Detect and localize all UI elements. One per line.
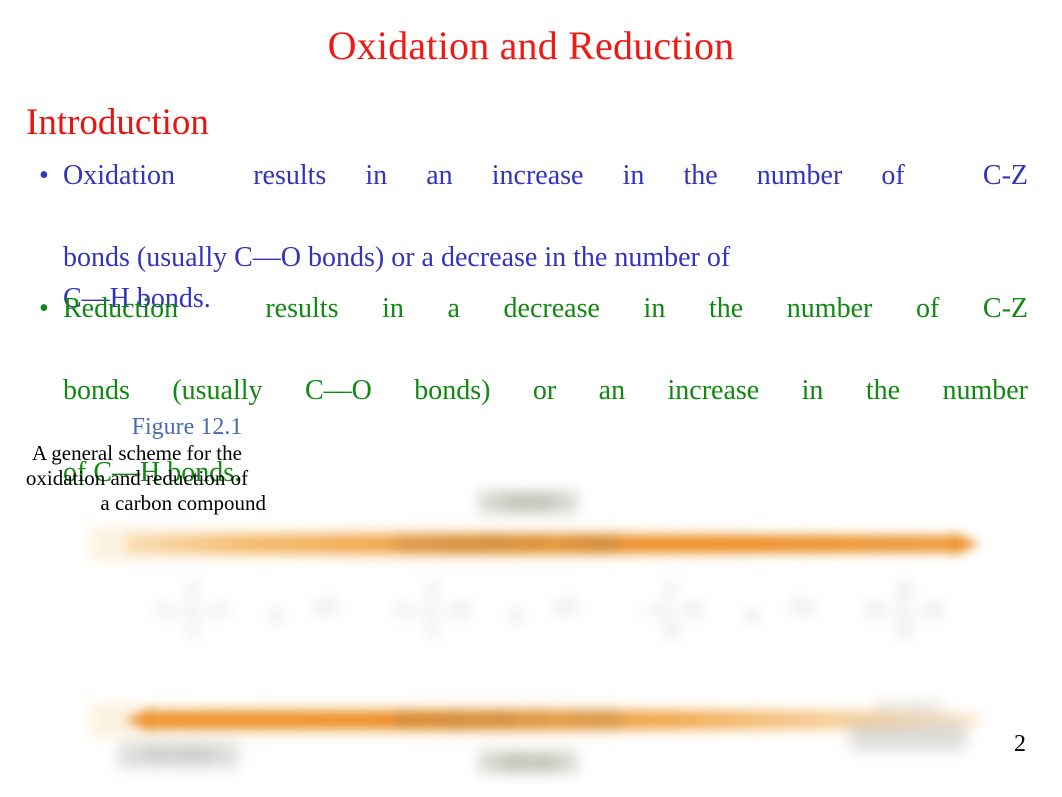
figure-label: Figure 12.1 (131, 414, 243, 440)
plus-sign: + (508, 600, 525, 633)
bullet-line-2: bonds (usually C—O bonds) or a decrease … (63, 242, 731, 273)
structure-top-atom: Z (665, 580, 677, 599)
structure-middle: —C—H (640, 600, 702, 619)
slide: Oxidation and Reduction Introduction • O… (0, 0, 1062, 797)
structure-bottom-atom: H (898, 620, 912, 639)
most-reduced-note-box (850, 722, 966, 750)
arrow-head (952, 532, 980, 556)
bullet-marker-icon: • (39, 160, 49, 191)
bullet-text: Reduction results in a decrease in the n… (63, 288, 1028, 370)
reduction-label-text: reduction (499, 754, 557, 769)
structure-middle: H—C—H (867, 600, 943, 619)
bullet-continuation-line-2: bonds (usually C—O bonds) or a decrease … (30, 237, 1028, 278)
top-arrow-caption: increasing number of C—Z bonds (398, 536, 620, 551)
chemical-structure: Z Z—C—H Z (378, 580, 488, 640)
plus-sign: + (268, 600, 285, 633)
reagent-label: [O] (791, 599, 813, 615)
structure-top-atom: H (898, 580, 912, 599)
structure-top-atom: Z (187, 580, 199, 599)
chemical-structure: Z Z—C—Z Z (138, 580, 248, 640)
reagent-label: [O] (315, 599, 337, 615)
bullet-item: • Reduction results in a decrease in the… (30, 288, 1028, 370)
structure-bottom-atom: Z (427, 620, 439, 639)
bullet-text: Oxidation results in an increase in the … (63, 155, 1028, 237)
slide-title: Oxidation and Reduction (327, 23, 735, 68)
chemical-structure: Z —C—H H (616, 580, 726, 640)
oxidation-label-text: oxidation (499, 494, 557, 509)
highlighted-term-reduction: Reduction (63, 288, 178, 329)
plus-sign: + (744, 600, 761, 633)
bullet-line-1-tail: results in a decrease in the number of C… (265, 293, 1028, 324)
most-oxidized-note-text: most oxidized (144, 746, 212, 760)
structure-middle: Z—C—H (396, 600, 470, 619)
page-number: 2 (1014, 731, 1026, 757)
section-heading: Introduction (26, 102, 209, 143)
figure-reaction-scheme: increasing number of C—Z bonds decreasin… (90, 470, 990, 797)
bullet-item: • Oxidation results in an increase in th… (30, 155, 1028, 237)
highlighted-term-oxidation: Oxidation (63, 155, 175, 196)
bullet-marker-icon: • (39, 293, 49, 324)
arrow-head (125, 708, 153, 732)
structure-middle: Z—C—Z (157, 600, 229, 619)
figure-caption-line-1: A general scheme for the (32, 441, 242, 465)
bullet-line-1-end: C-Z (982, 160, 1028, 191)
structure-bottom-atom: Z (187, 620, 199, 639)
structure-top-atom: Z (427, 580, 439, 599)
bottom-arrow-caption: decreasing number of C—Z bonds (398, 712, 622, 727)
reagent-label: [O] (555, 599, 577, 615)
most-reduced-note-text: most reduced (875, 699, 941, 713)
chemical-structures-row: Z Z—C—Z Z + [O] Z Z—C—H Z + [O] Z —C—H H… (108, 570, 966, 768)
chemical-structure: H H—C—H H (850, 580, 960, 640)
structure-bottom-atom: H (664, 620, 678, 639)
bullet-line-1-tail: results in an increase in the number of (253, 160, 905, 191)
